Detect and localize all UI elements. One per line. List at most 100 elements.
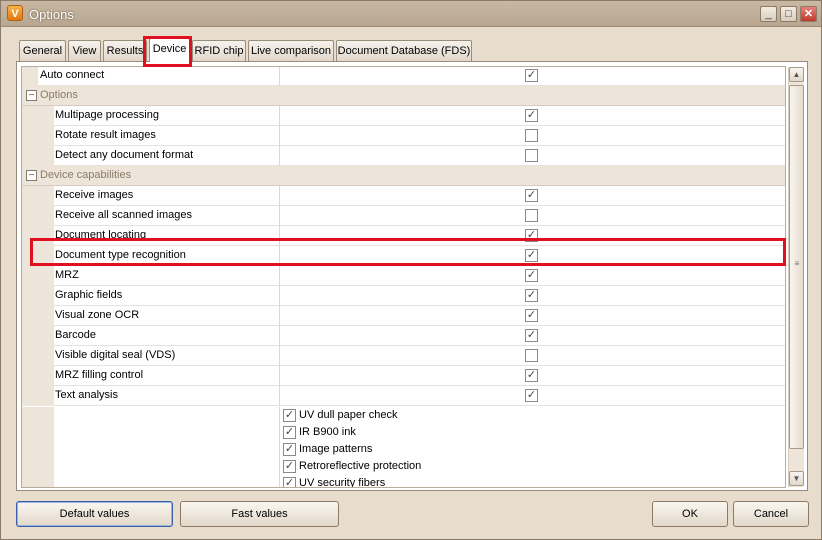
row-indent: [38, 366, 54, 386]
row-indent: [38, 206, 54, 226]
category-row[interactable]: − Device capabilities: [22, 166, 785, 186]
document-type-recognition-highlight: [30, 238, 786, 266]
checkbox-unchecked[interactable]: [525, 129, 538, 142]
column-separator: [279, 346, 280, 366]
tab-live-comparison[interactable]: Live comparison: [248, 40, 334, 62]
property-row[interactable]: MRZ ✓: [22, 266, 785, 286]
column-separator: [279, 286, 280, 306]
checkbox-image-patterns[interactable]: ✓: [283, 443, 296, 456]
tab-view[interactable]: View: [68, 40, 101, 62]
checkbox-checked[interactable]: ✓: [525, 369, 538, 382]
maximize-button[interactable]: □: [780, 6, 797, 22]
column-separator: [279, 206, 280, 226]
checkbox-checked[interactable]: ✓: [525, 329, 538, 342]
column-separator: [279, 326, 280, 346]
scroll-up-icon: ▲: [792, 70, 801, 79]
column-separator: [279, 106, 280, 126]
category-label: Options: [40, 89, 78, 101]
tab-document-database[interactable]: Document Database (FDS): [336, 40, 472, 62]
column-separator: [279, 126, 280, 146]
property-row[interactable]: MRZ filling control ✓: [22, 366, 785, 386]
property-label: Text analysis: [55, 389, 118, 401]
close-icon: ✕: [803, 8, 814, 20]
property-label: MRZ: [55, 269, 79, 281]
property-row[interactable]: Auto connect ✓: [22, 67, 785, 86]
vertical-scrollbar[interactable]: ▲ ≡ ▼: [788, 67, 804, 487]
property-row[interactable]: Graphic fields ✓: [22, 286, 785, 306]
column-separator: [279, 146, 280, 166]
property-row[interactable]: Multipage processing ✓: [22, 106, 785, 126]
category-row[interactable]: − Options: [22, 86, 785, 106]
minimize-button[interactable]: _: [760, 6, 777, 22]
property-label: Receive images: [55, 189, 134, 201]
row-gutter: [22, 126, 38, 146]
checkbox-uv-security-fibers[interactable]: ✓: [283, 477, 296, 487]
checkbox-uv-dull-paper[interactable]: ✓: [283, 409, 296, 422]
row-gutter: [22, 146, 38, 166]
check-label: IR B900 ink: [299, 426, 356, 438]
column-separator: [279, 186, 280, 206]
tab-rfid-chip[interactable]: RFID chip: [192, 40, 246, 62]
checkbox-checked[interactable]: ✓: [525, 109, 538, 122]
checkbox-checked[interactable]: ✓: [525, 289, 538, 302]
row-indent: [38, 326, 54, 346]
row-gutter: [22, 366, 38, 386]
default-values-button[interactable]: Default values: [16, 501, 173, 527]
checkbox-checked[interactable]: ✓: [525, 189, 538, 202]
column-separator: [279, 407, 280, 487]
scroll-up-button[interactable]: ▲: [789, 67, 804, 82]
row-gutter: [22, 326, 38, 346]
row-gutter: [22, 186, 38, 206]
fast-values-button[interactable]: Fast values: [180, 501, 339, 527]
device-tab-highlight: [143, 36, 192, 67]
property-row[interactable]: Visual zone OCR ✓: [22, 306, 785, 326]
checkbox-ir-b900-ink[interactable]: ✓: [283, 426, 296, 439]
options-window: V Options _ □ ✕ General View Results Dev…: [0, 0, 822, 540]
row-indent: [38, 106, 54, 126]
checkbox-checked[interactable]: ✓: [525, 389, 538, 402]
property-label: Visual zone OCR: [55, 309, 140, 321]
checkbox-unchecked[interactable]: [525, 209, 538, 222]
checkbox-checked[interactable]: ✓: [525, 269, 538, 282]
property-row[interactable]: Rotate result images: [22, 126, 785, 146]
row-gutter: [22, 407, 38, 487]
row-indent: [38, 266, 54, 286]
row-indent: [38, 407, 54, 487]
property-grid[interactable]: Auto connect ✓ − Options Multipage processin…: [21, 66, 786, 488]
property-row[interactable]: Receive images ✓: [22, 186, 785, 206]
collapse-icon[interactable]: −: [26, 90, 37, 101]
property-label: Auto connect: [40, 69, 105, 81]
property-row[interactable]: Text analysis ✓: [22, 386, 785, 406]
row-gutter: [22, 206, 38, 226]
column-separator: [279, 366, 280, 386]
row-indent: [38, 306, 54, 326]
checkbox-retroreflective[interactable]: ✓: [283, 460, 296, 473]
property-row[interactable]: Detect any document format: [22, 146, 785, 166]
column-separator: [279, 266, 280, 286]
property-row[interactable]: Visible digital seal (VDS): [22, 346, 785, 366]
tab-results[interactable]: Results: [103, 40, 147, 62]
checkbox-unchecked[interactable]: [525, 149, 538, 162]
close-button[interactable]: ✕: [800, 6, 817, 22]
scroll-thumb[interactable]: ≡: [789, 85, 804, 449]
property-row[interactable]: Receive all scanned images: [22, 206, 785, 226]
property-label: Receive all scanned images: [55, 209, 192, 221]
cancel-button[interactable]: Cancel: [733, 501, 809, 527]
scroll-down-icon: ▼: [792, 474, 801, 483]
row-indent: [38, 126, 54, 146]
window-title: Options: [29, 7, 74, 22]
check-label: UV security fibers: [299, 477, 386, 488]
grip-icon: ≡: [794, 259, 800, 268]
checkbox-checked[interactable]: ✓: [525, 309, 538, 322]
row-gutter: [22, 386, 38, 406]
ok-button[interactable]: OK: [652, 501, 728, 527]
property-row[interactable]: Barcode ✓: [22, 326, 785, 346]
tab-general[interactable]: General: [19, 40, 66, 62]
title-bar[interactable]: V Options _ □ ✕: [1, 1, 821, 27]
check-label: Image patterns: [299, 443, 373, 455]
row-gutter: [22, 346, 38, 366]
checkbox-unchecked[interactable]: [525, 349, 538, 362]
scroll-down-button[interactable]: ▼: [789, 471, 804, 486]
collapse-icon[interactable]: −: [26, 170, 37, 181]
checkbox-checked[interactable]: ✓: [525, 69, 538, 82]
